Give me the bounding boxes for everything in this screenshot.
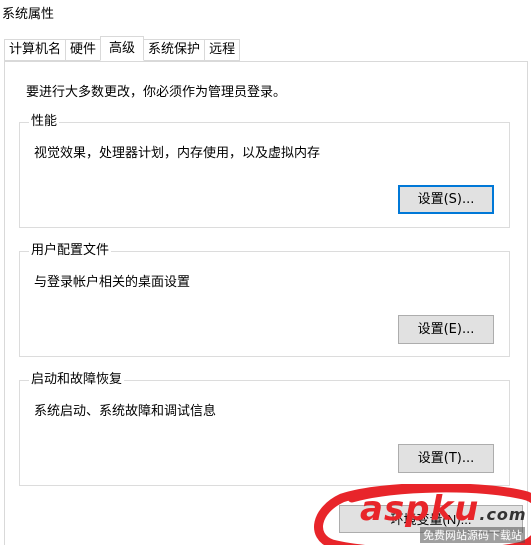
- tab-advanced[interactable]: 高级: [100, 36, 145, 61]
- performance-group: 性能 视觉效果，处理器计划，内存使用，以及虚拟内存 设置(S)...: [19, 114, 510, 228]
- startup-recovery-group: 启动和故障恢复 系统启动、系统故障和调试信息 设置(T)...: [19, 372, 510, 486]
- tab-system-protection[interactable]: 系统保护: [144, 39, 205, 61]
- admin-note: 要进行大多数更改，你必须作为管理员登录。: [26, 85, 287, 100]
- tab-strip: 计算机名 硬件 高级 系统保护 远程: [4, 36, 241, 61]
- user-profiles-group-title: 用户配置文件: [29, 243, 112, 259]
- startup-recovery-group-title: 启动和故障恢复: [29, 372, 125, 388]
- performance-group-title: 性能: [29, 114, 60, 130]
- startup-recovery-settings-button[interactable]: 设置(T)...: [398, 444, 494, 473]
- user-profiles-group: 用户配置文件 与登录帐户相关的桌面设置 设置(E)...: [19, 243, 510, 357]
- window-title: 系统属性: [2, 7, 55, 22]
- environment-variables-button[interactable]: 环境变量(N)...: [339, 505, 523, 533]
- user-profiles-settings-button[interactable]: 设置(E)...: [398, 315, 494, 344]
- performance-settings-button[interactable]: 设置(S)...: [398, 185, 494, 214]
- tab-hardware[interactable]: 硬件: [65, 39, 101, 61]
- startup-recovery-description: 系统启动、系统故障和调试信息: [34, 404, 217, 419]
- performance-description: 视觉效果，处理器计划，内存使用，以及虚拟内存: [34, 146, 321, 161]
- tab-remote[interactable]: 远程: [204, 39, 241, 61]
- tab-computer-name[interactable]: 计算机名: [4, 39, 66, 61]
- system-properties-window: 系统属性 计算机名 硬件 高级 系统保护 远程 要进行大多数更改，你必须作为管理…: [0, 0, 531, 545]
- user-profiles-description: 与登录帐户相关的桌面设置: [34, 275, 191, 290]
